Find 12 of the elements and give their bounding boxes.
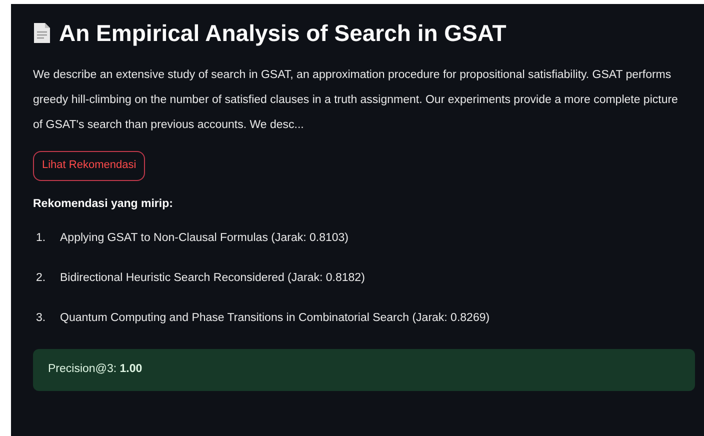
abstract-text: We describe an extensive study of search in GSAT, an approximation procedure for propositional satisfiability. GSAT performs greedy hill-climbing on the number of satisfied clauses in a truth assignment. Our experiments provide a more complete picture of GSAT's search than previous accounts. We desc...	[33, 68, 679, 132]
recommendation-item: Quantum Computing and Phase Transitions in Combinatorial Search (Jarak: 0.8269)	[60, 311, 490, 326]
recommendation-item: Bidirectional Heuristic Search Reconsidered (Jarak: 0.8182)	[60, 271, 365, 286]
document-icon	[33, 22, 51, 44]
recommend-button[interactable]: Lihat Rekomendasi	[33, 150, 146, 180]
precision-text: Precision@3: 1.00	[48, 362, 142, 378]
list-number: 3.	[35, 311, 47, 326]
recommendation-item: Applying GSAT to Non-Clausal Formulas (Jarak: 0.8103)	[60, 231, 348, 246]
list-number: 2.	[35, 271, 47, 286]
section-heading: Rekomendasi yang mirip:	[33, 196, 174, 212]
page-title: An Empirical Analysis of Search in GSAT	[59, 19, 506, 48]
list-number: 1.	[35, 231, 47, 246]
